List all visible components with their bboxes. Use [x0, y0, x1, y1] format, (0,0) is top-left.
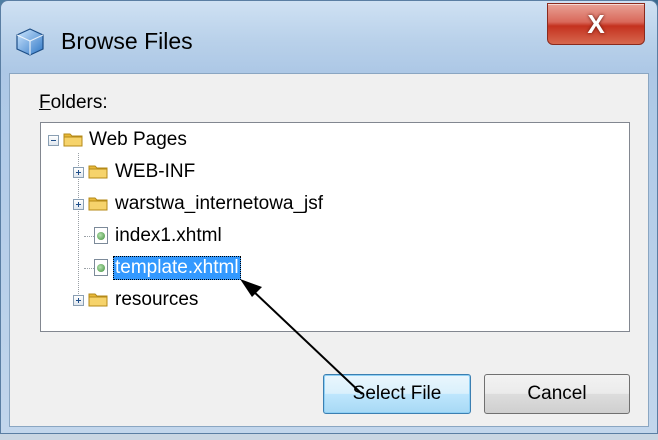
- dialog-body: Folders: Web Pages WEB-INF warstwa_inter…: [9, 73, 649, 427]
- expand-icon[interactable]: [73, 295, 84, 306]
- window-title: Browse Files: [61, 28, 193, 54]
- browse-files-dialog: Browse Files X Folders: Web Pages WEB-IN…: [0, 0, 658, 434]
- folder-icon: [88, 293, 108, 307]
- collapse-icon[interactable]: [48, 135, 59, 146]
- folders-label-text: olders:: [50, 92, 108, 113]
- folders-tree[interactable]: Web Pages WEB-INF warstwa_internetowa_js…: [40, 122, 630, 332]
- tree-item-warstwa-internetowa-jsf[interactable]: warstwa_internetowa_jsf: [41, 189, 629, 221]
- tree-item-label: warstwa_internetowa_jsf: [115, 193, 324, 214]
- title-bar[interactable]: Browse Files X: [1, 1, 657, 73]
- close-button[interactable]: X: [547, 3, 645, 45]
- xhtml-file-icon: [94, 259, 108, 276]
- expand-icon[interactable]: [73, 167, 84, 178]
- folder-icon: [88, 197, 108, 211]
- tree-item-index1-xhtml[interactable]: index1.xhtml: [41, 221, 629, 253]
- folder-icon: [88, 165, 108, 179]
- cancel-button[interactable]: Cancel: [484, 374, 630, 414]
- folders-label: Folders:: [39, 92, 108, 114]
- expand-icon[interactable]: [73, 199, 84, 210]
- tree-item-web-pages[interactable]: Web Pages: [41, 125, 629, 157]
- xhtml-file-icon: [94, 227, 108, 244]
- tree-item-resources[interactable]: resources: [41, 285, 629, 317]
- tree-item-template-xhtml[interactable]: template.xhtml: [41, 253, 629, 285]
- folders-label-mnemonic: F: [39, 92, 51, 113]
- tree-item-label-selected: template.xhtml: [113, 256, 241, 280]
- close-icon: X: [587, 8, 605, 39]
- tree-item-label: WEB-INF: [115, 161, 196, 182]
- folder-icon: [63, 133, 83, 147]
- globe-cube-icon: [16, 28, 44, 56]
- select-file-button[interactable]: Select File: [323, 374, 471, 414]
- tree-item-label: Web Pages: [89, 129, 187, 150]
- tree-item-label: index1.xhtml: [115, 225, 222, 246]
- tree-item-web-inf[interactable]: WEB-INF: [41, 157, 629, 189]
- tree-item-label: resources: [115, 289, 199, 310]
